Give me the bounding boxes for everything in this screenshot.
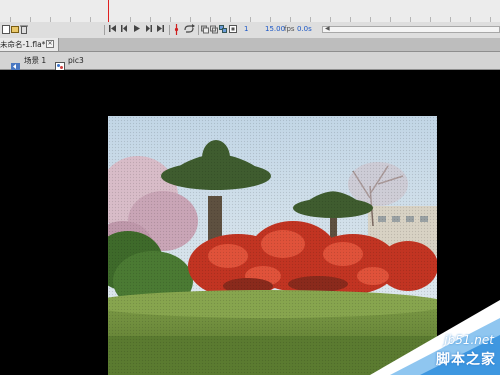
playhead[interactable] [108, 0, 109, 22]
current-frame[interactable]: 1 [244, 24, 248, 35]
scroll-left-icon[interactable]: ◀ [325, 25, 330, 32]
modify-onion-markers-icon[interactable] [229, 24, 237, 35]
document-tab[interactable]: 未命名-1.fla* ✕ [0, 38, 59, 51]
go-to-end-icon[interactable] [156, 24, 165, 35]
new-layer-icon[interactable] [2, 24, 10, 35]
document-tab-title: 未命名-1.fla* [0, 40, 46, 49]
frame-rate-unit: fps [284, 25, 295, 33]
step-forward-icon[interactable] [144, 24, 153, 35]
stage[interactable]: jb51.net 脚本之家 [0, 70, 500, 375]
step-back-icon[interactable] [120, 24, 129, 35]
new-folder-icon[interactable] [11, 24, 19, 35]
loop-icon[interactable] [183, 24, 195, 35]
toolbar-separator [169, 25, 170, 35]
play-icon[interactable] [132, 24, 141, 35]
onion-skin-outlines-icon[interactable] [210, 24, 218, 35]
onion-skin-icon[interactable] [201, 24, 209, 35]
watermark-name: 脚本之家 [436, 352, 496, 368]
watermark: jb51.net 脚本之家 [350, 300, 500, 375]
frame-rate-value[interactable]: 15.00 [265, 24, 285, 35]
elapsed-time: 0.0s [297, 25, 312, 33]
edit-multiple-frames-icon[interactable] [219, 24, 227, 35]
movie-clip-icon [55, 56, 65, 71]
toolbar-separator [104, 25, 105, 35]
watermark-site: jb51.net [444, 333, 494, 347]
timeline-scrollbar[interactable]: ◀ [322, 25, 500, 33]
document-tab-bar: 未命名-1.fla* ✕ [0, 38, 500, 52]
timeline-ruler[interactable] [0, 0, 500, 23]
close-icon[interactable]: ✕ [46, 40, 54, 48]
center-frame-icon[interactable] [173, 24, 180, 35]
symbol-breadcrumb[interactable]: pic3 [68, 55, 84, 66]
toolbar-separator [198, 25, 199, 35]
delete-layer-icon[interactable] [20, 24, 28, 35]
back-arrow-icon[interactable] [11, 56, 20, 70]
timeline-toolbar: 1 15.00 fps 0.0s ◀ [0, 22, 500, 39]
go-to-first-frame-icon[interactable] [108, 24, 117, 35]
scene-breadcrumb[interactable]: 场景 1 [24, 55, 46, 66]
edit-bar: 场景 1 pic3 [0, 52, 500, 71]
